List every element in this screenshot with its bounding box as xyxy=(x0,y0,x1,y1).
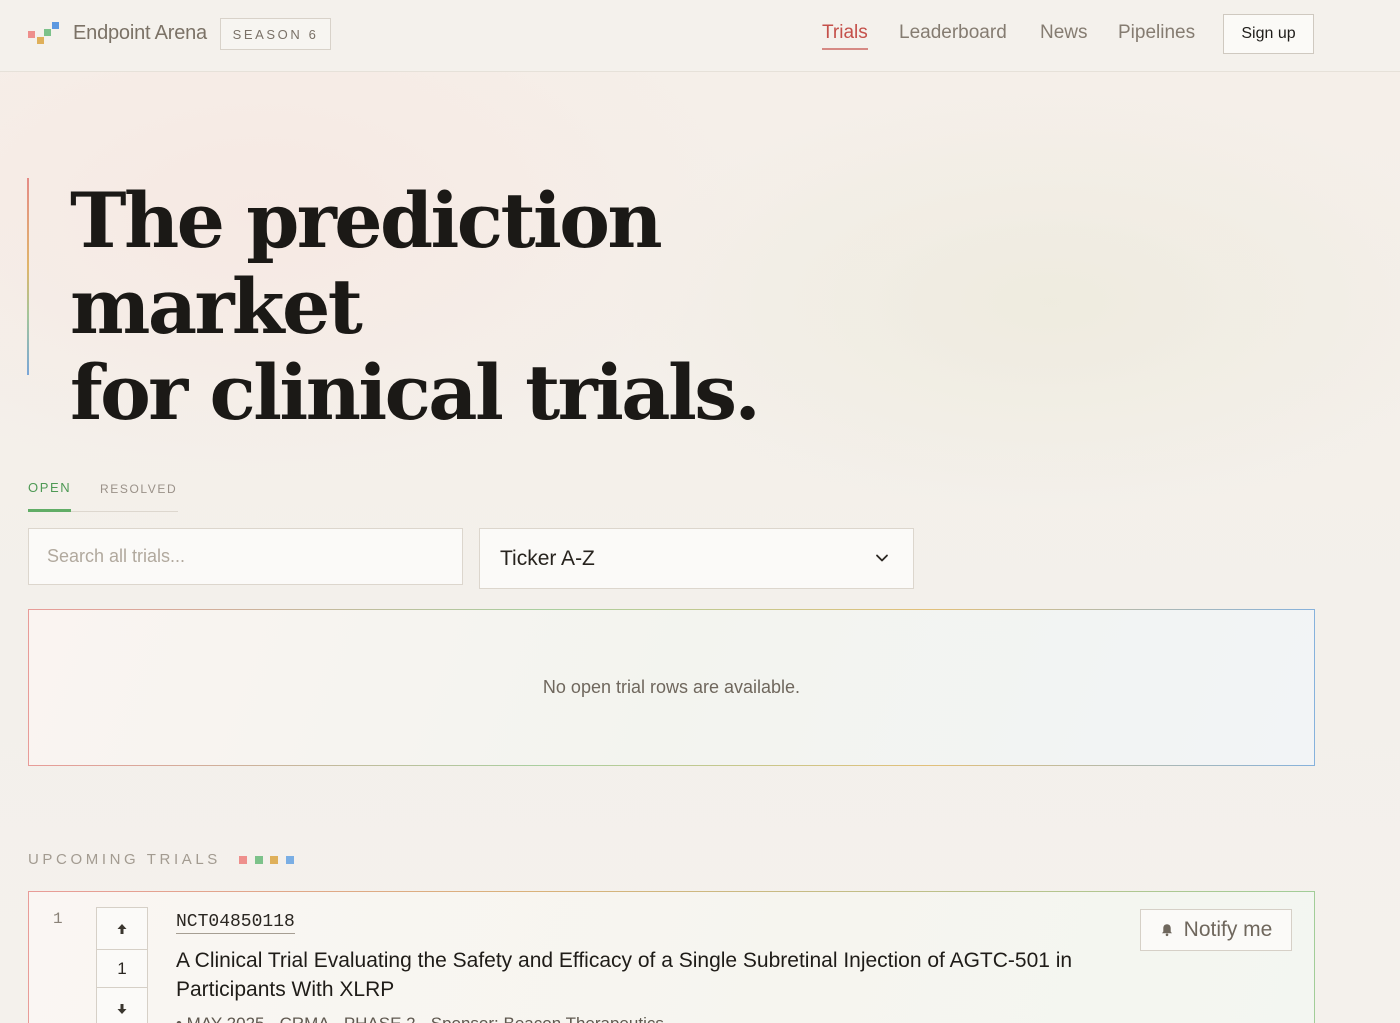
nav-link-trials[interactable]: Trials xyxy=(822,22,868,50)
notify-me-button[interactable]: Notify me xyxy=(1140,909,1292,951)
legend-dot xyxy=(286,856,294,864)
trial-meta: • MAY 2025 · CRMA · PHASE 2 · Sponsor: B… xyxy=(176,1014,664,1023)
tab-resolved[interactable]: RESOLVED xyxy=(100,482,177,496)
arrow-up-icon xyxy=(117,923,127,934)
downvote-button[interactable] xyxy=(96,987,148,1023)
brand-name[interactable]: Endpoint Arena xyxy=(73,22,207,45)
trial-id-link[interactable]: NCT04850118 xyxy=(176,912,295,934)
sign-up-button[interactable]: Sign up xyxy=(1223,14,1314,54)
color-legend-dots xyxy=(239,856,299,865)
legend-dot xyxy=(255,856,263,864)
nav-link-leaderboard[interactable]: Leaderboard xyxy=(899,22,1007,44)
sort-selected-value: Ticker A-Z xyxy=(500,547,595,570)
notify-me-label: Notify me xyxy=(1183,918,1273,941)
hero-title-line-1: The prediction market xyxy=(70,176,663,351)
bell-icon xyxy=(1161,924,1172,937)
upcoming-trials-heading: UPCOMING TRIALS xyxy=(28,851,221,868)
hero-accent-line xyxy=(27,178,29,375)
hero-title-line-2: for clinical trials. xyxy=(70,348,761,437)
trial-status-tabs: OPEN RESOLVED xyxy=(28,476,178,512)
vote-control: 1 xyxy=(96,907,148,1023)
trial-rank: 1 xyxy=(53,910,63,928)
vote-count: 1 xyxy=(96,950,148,987)
tab-open[interactable]: OPEN xyxy=(28,480,72,512)
trial-title: A Clinical Trial Evaluating the Safety a… xyxy=(176,949,1073,1001)
search-input[interactable] xyxy=(28,528,463,585)
nav-link-pipelines[interactable]: Pipelines xyxy=(1118,22,1195,44)
empty-state-panel: No open trial rows are available. xyxy=(29,610,1314,765)
empty-state-message: No open trial rows are available. xyxy=(542,677,801,697)
legend-dot xyxy=(239,856,247,864)
hero-title: The prediction market for clinical trial… xyxy=(70,178,970,436)
open-trials-empty-state: No open trial rows are available. xyxy=(28,609,1315,766)
trial-card-body: 1 1 NCT04850118 A Clinical Trial Evaluat… xyxy=(29,892,1314,1023)
sort-dropdown[interactable]: Ticker A-Z xyxy=(479,528,914,589)
nav-link-news[interactable]: News xyxy=(1040,22,1088,44)
legend-dot xyxy=(270,856,278,864)
trial-card: 1 1 NCT04850118 A Clinical Trial Evaluat… xyxy=(28,891,1315,1023)
top-navigation-bar: Endpoint Arena SEASON 6 Trials Leaderboa… xyxy=(0,0,1400,72)
chevron-down-icon xyxy=(876,554,888,562)
season-badge: SEASON 6 xyxy=(220,18,331,50)
arrow-down-icon xyxy=(117,1003,127,1014)
upvote-button[interactable] xyxy=(96,907,148,950)
brand-logo-icon[interactable] xyxy=(28,21,62,45)
